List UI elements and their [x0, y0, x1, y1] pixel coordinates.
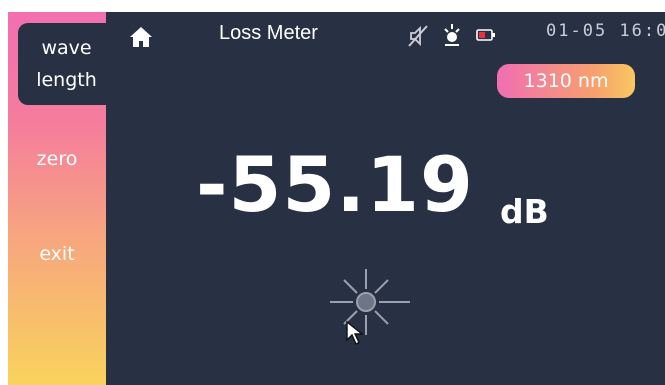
wavelength-button-label-line2: length — [36, 69, 97, 91]
loss-reading-unit: dB — [500, 192, 549, 231]
wavelength-button[interactable]: wave length — [18, 23, 115, 105]
page-title: Loss Meter — [219, 22, 318, 44]
light-source-icon — [330, 269, 410, 335]
top-bar: Loss Meter 01-05 16:00 — [106, 12, 665, 62]
zero-button[interactable]: zero — [8, 148, 106, 170]
datetime: 01-05 16:00 — [546, 21, 665, 41]
light-probe-icon — [444, 24, 460, 46]
home-icon[interactable] — [129, 26, 153, 48]
loss-reading-value: -55.19 — [196, 140, 474, 229]
wavelength-button-label-line1: wave — [41, 37, 92, 59]
sidebar: wave length zero exit — [8, 12, 115, 385]
exit-button[interactable]: exit — [8, 243, 106, 265]
mouse-cursor-icon — [346, 320, 364, 345]
loss-meter-screen: wave length zero exit Loss Meter 01-05 1… — [8, 12, 665, 385]
wavelength-badge: 1310 nm — [497, 64, 635, 98]
battery-low-icon — [476, 29, 495, 41]
speaker-muted-icon — [408, 25, 428, 47]
